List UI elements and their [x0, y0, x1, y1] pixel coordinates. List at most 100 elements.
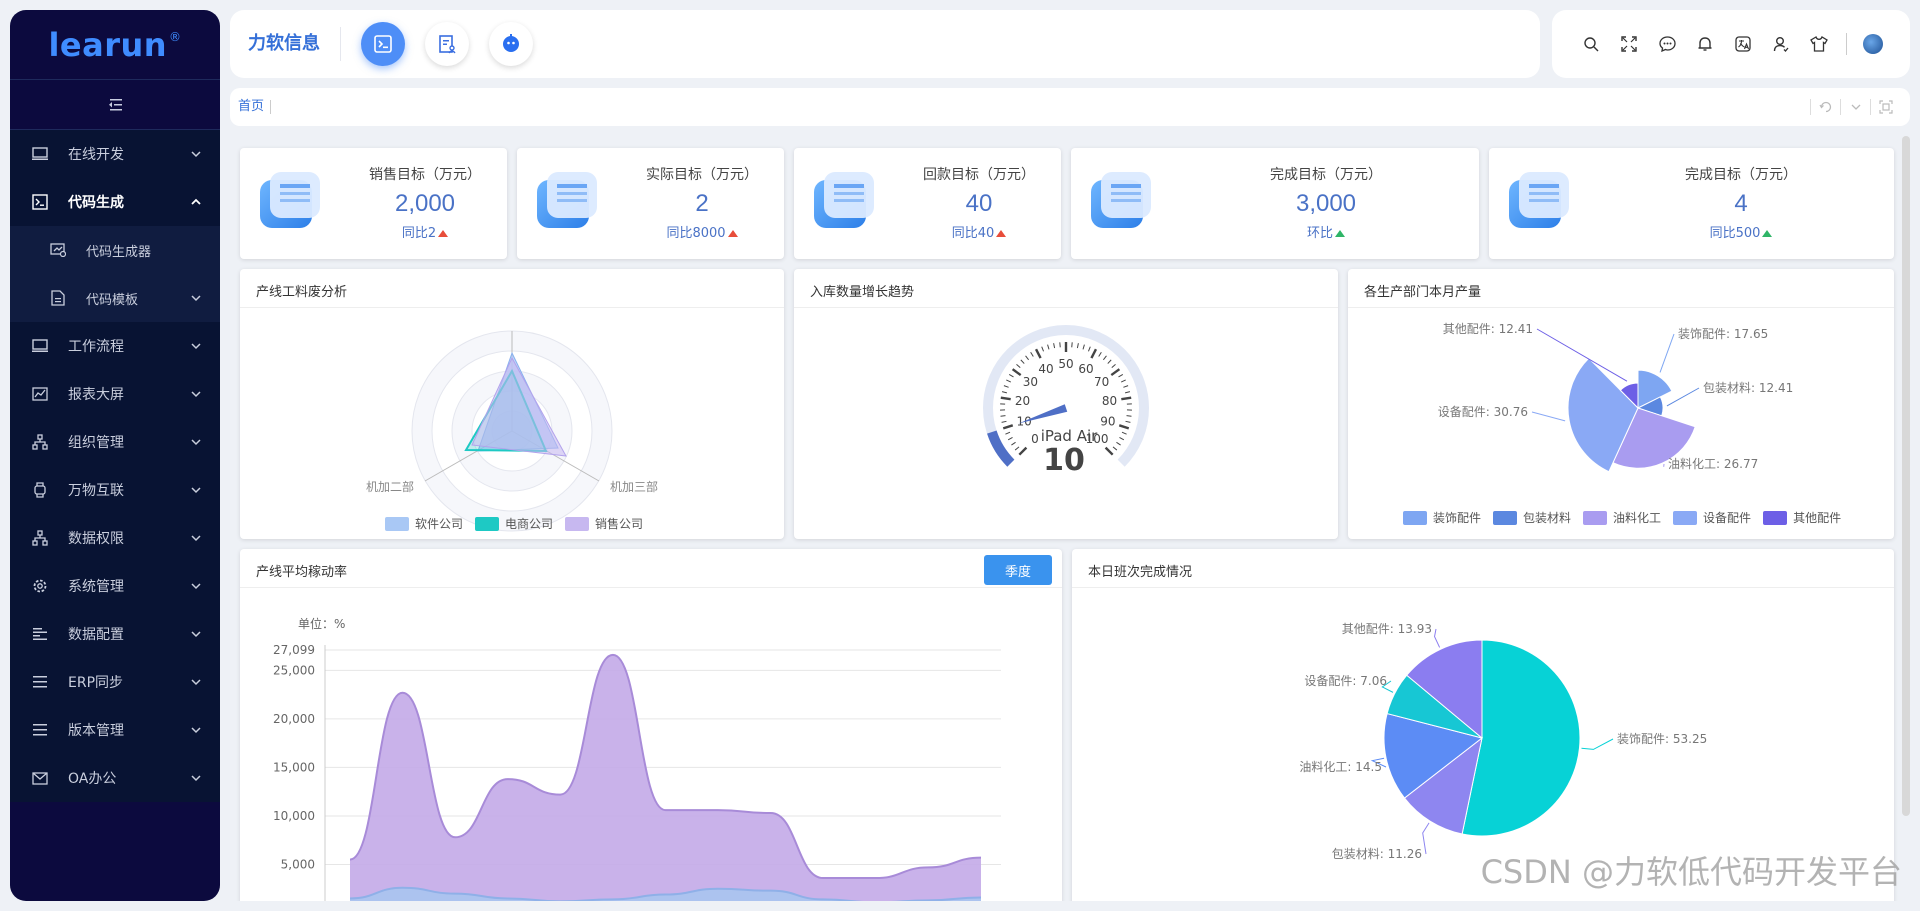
pie-slice-label: 油料化工: 14.5 [1299, 760, 1382, 774]
monitor-icon [32, 146, 48, 162]
gauge-tick [1124, 391, 1131, 394]
legend-item[interactable]: 电商公司 [475, 515, 553, 532]
code-terminal-button[interactable] [361, 22, 405, 66]
sidebar-item-data-permission[interactable]: 数据权限 [10, 514, 220, 562]
legend-item[interactable]: 其他配件 [1763, 509, 1841, 526]
sidebar-item-code-generator[interactable]: 代码生成器 [10, 226, 220, 274]
tab-bar: 首页 [230, 88, 1910, 126]
stat-title: 完成目标（万元） [1270, 167, 1382, 183]
tab-home[interactable]: 首页 [238, 100, 272, 114]
tab-menu-dropdown[interactable] [1840, 99, 1870, 115]
sidebar-item-data-config[interactable]: 数据配置 [10, 610, 220, 658]
sidebar-collapse-button[interactable] [10, 80, 220, 130]
legend-item[interactable]: 销售公司 [565, 515, 643, 532]
sidebar-item-online-dev[interactable]: 在线开发 [10, 130, 220, 178]
area-y-tick-label: 10,000 [273, 809, 315, 823]
chevron-down-icon [191, 487, 201, 494]
legend-item[interactable]: 软件公司 [385, 515, 463, 532]
gauge-tick-label: 60 [1078, 362, 1093, 376]
gauge-tick [1011, 368, 1022, 377]
stat-compare: 环比 [1173, 222, 1479, 241]
legend-swatch [1403, 510, 1427, 525]
pie-slice-label: 装饰配件: 53.25 [1617, 732, 1707, 746]
stat-value: 3,000 [1295, 190, 1357, 217]
chevron-down-icon [191, 775, 201, 782]
search-button[interactable] [1572, 29, 1610, 59]
pie-slice-label: 其他配件: 13.93 [1342, 622, 1432, 636]
sidebar-item-label: 代码生成 [68, 195, 124, 211]
chevron-down-icon [191, 295, 201, 302]
area-y-tick-label: 27,099 [273, 643, 315, 657]
pie-label-line [1581, 738, 1614, 750]
sidebar-item-iot[interactable]: 万物互联 [10, 466, 220, 514]
chevron-up-icon [191, 198, 201, 205]
sidebar-item-org[interactable]: 组织管理 [10, 418, 220, 466]
gauge-tick-label: 70 [1094, 375, 1109, 389]
user-button[interactable] [1762, 29, 1800, 59]
gauge-tick [1123, 385, 1129, 388]
gauge-tick [1107, 359, 1112, 364]
gauge-tick [1008, 373, 1014, 378]
tshirt-icon [1810, 36, 1828, 52]
sidebar-item-label: 在线开发 [68, 147, 124, 163]
legend-item[interactable]: 设备配件 [1673, 509, 1751, 526]
panel-rose-pie: 各生产部门本月产量 装饰配件: 17.65 包装材料: 12.41 油料化工: 26… [1348, 269, 1894, 539]
sidebar-item-code-template[interactable]: 代码模板 [10, 274, 220, 322]
avatar[interactable] [1863, 34, 1883, 54]
fullscreen-button[interactable] [1610, 29, 1648, 59]
area-y-tick-label: 15,000 [273, 760, 315, 774]
legend-item[interactable]: 装饰配件 [1403, 509, 1481, 526]
rose-label-line [1659, 333, 1675, 373]
stat-card-sales-target: 销售目标（万元） 2,000 同比2 [240, 148, 507, 259]
trend-up-icon [727, 230, 738, 237]
stat-compare-label: 同比2 [401, 226, 437, 241]
area-y-tick-label: 5,000 [281, 857, 315, 871]
code-generator-icon [50, 242, 66, 258]
refresh-tab-button[interactable] [1810, 99, 1840, 115]
sidebar-item-version[interactable]: 版本管理 [10, 706, 220, 754]
notification-button[interactable] [1686, 29, 1724, 59]
sidebar-item-report-screen[interactable]: 报表大屏 [10, 370, 220, 418]
gauge-tick [1020, 359, 1025, 364]
legend-item[interactable]: 油料化工 [1583, 509, 1661, 526]
header-toolbar [1552, 10, 1910, 78]
theme-button[interactable] [1800, 29, 1838, 59]
sidebar-item-workflow[interactable]: 工作流程 [10, 322, 220, 370]
legend-item[interactable]: 包装材料 [1493, 509, 1571, 526]
message-button[interactable] [1648, 29, 1686, 59]
sidebar-item-code-gen[interactable]: 代码生成 [10, 178, 220, 226]
content-scrollbar[interactable] [1902, 136, 1910, 816]
radar-legend: 软件公司 电商公司 销售公司 [385, 515, 655, 532]
stat-title: 完成目标（万元） [1685, 167, 1797, 183]
sidebar-item-oa[interactable]: OA办公 [10, 754, 220, 802]
gauge-tick [1007, 436, 1013, 441]
rose-pie-chart: 装饰配件: 17.65 包装材料: 12.41 油料化工: 26.77 设备配件: 3… [1438, 322, 1793, 473]
stat-value: 2,000 [394, 190, 456, 217]
gauge-tick [1098, 352, 1102, 357]
gauge-tick [1014, 446, 1020, 451]
sidebar-item-label: 代码模板 [86, 292, 139, 308]
fullscreen-icon [1621, 36, 1637, 52]
panel-title: 产线工料废分析 [256, 285, 348, 300]
season-filter-button[interactable]: 季度 [984, 555, 1052, 585]
gauge-chart: 0102030405060708090100 iPad Air 10 [983, 325, 1149, 478]
header: 力软信息 [230, 10, 1540, 78]
area-chart: 单位：% 27,099 25,000 20,000 15,000 10,000 5,000 [273, 616, 1001, 901]
logo[interactable]: learun ® [10, 10, 220, 80]
robot-assistant-button[interactable] [489, 22, 533, 66]
gauge-tick [1110, 368, 1121, 377]
panel-area: 产线平均稼动率 季度 单位：% 27,099 25,000 20,000 15,000… [240, 549, 1062, 901]
maximize-icon [1878, 100, 1893, 114]
form-designer-button[interactable] [425, 22, 469, 66]
chevron-down-icon [191, 727, 201, 734]
language-button[interactable] [1724, 29, 1762, 59]
document-card-icon [814, 172, 874, 230]
sidebar-item-erp-sync[interactable]: ERP同步 [10, 658, 220, 706]
sidebar-item-system[interactable]: 系统管理 [10, 562, 220, 610]
maximize-content-button[interactable] [1870, 99, 1900, 115]
chevron-down-icon [1851, 104, 1860, 110]
stat-compare: 同比8000 [620, 222, 784, 241]
toolbar-divider [1846, 33, 1847, 55]
gear-icon [32, 578, 48, 594]
gauge-tick-label: 90 [1100, 415, 1115, 429]
